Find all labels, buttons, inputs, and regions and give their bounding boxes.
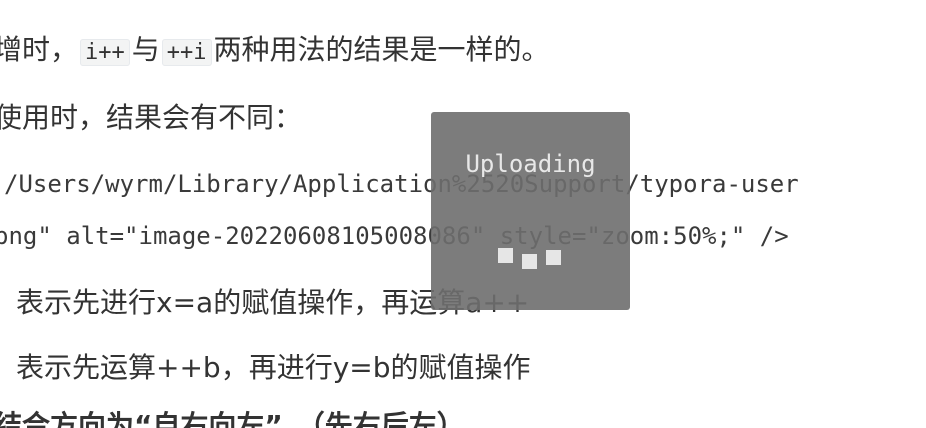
text-middle: 与 [131, 33, 160, 66]
loading-spinner-icon [498, 248, 564, 272]
image-path-line: /Users/wyrm/Library/Application%2520Supp… [4, 170, 799, 198]
uploading-status-text: Uploading [465, 150, 596, 178]
loading-dot [546, 250, 561, 265]
loading-dot [522, 254, 537, 269]
paragraph-increment-note: 增时， i++ 与 ++i 两种用法的结果是一样的。 [0, 32, 550, 71]
text-prefix: 增时， [0, 33, 79, 66]
text-suffix: 两种用法的结果是一样的。 [213, 33, 550, 66]
uploading-overlay: Uploading [431, 112, 630, 310]
paragraph-preincrement-explain: 表示先运算++b，再进行y=b的赋值操作 [16, 351, 531, 384]
paragraph-usage-difference: 使用时，结果会有不同： [0, 101, 303, 134]
inline-code-i-preincrement: ++i [161, 39, 212, 66]
image-tag-line: png" alt="image-20220608105008086" style… [0, 222, 789, 250]
loading-dot [498, 248, 513, 263]
paragraph-associativity: 结合方向为“自右向左”。（先右后左） [0, 409, 465, 428]
inline-code-i-postincrement: i++ [80, 39, 130, 66]
